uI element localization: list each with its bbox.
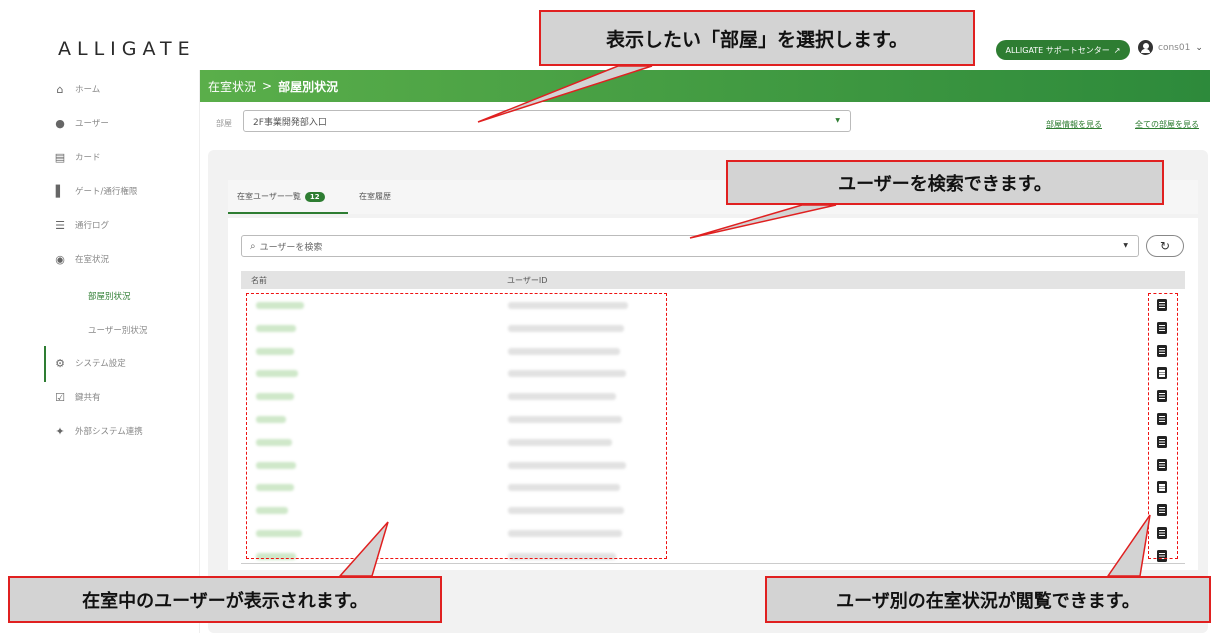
- column-header-userid: ユーザーID: [507, 276, 548, 285]
- table-divider: [241, 563, 1185, 564]
- search-placeholder: ユーザーを検索: [259, 242, 323, 253]
- sidebar-subitem-by-room[interactable]: 部屋別状況: [88, 290, 131, 302]
- page-title: 部屋別状況: [278, 79, 339, 94]
- card-icon: ▤: [54, 150, 66, 164]
- active-indicator: [44, 346, 46, 382]
- tab-label: 在室履歴: [359, 192, 391, 201]
- sidebar-item-cards[interactable]: ▤ カード: [54, 150, 101, 164]
- room-info-link[interactable]: 部屋情報を見る: [1046, 119, 1102, 130]
- tab-history[interactable]: 在室履歴: [359, 191, 391, 202]
- search-input[interactable]: ⌕ ユーザーを検索 ▼: [241, 235, 1139, 257]
- alligate-logo[interactable]: ALLIGATE: [58, 38, 196, 60]
- tab-present-users[interactable]: 在室ユーザー一覧 12: [237, 191, 325, 202]
- sidebar-item-label: 外部システム連携: [75, 427, 143, 437]
- gate-icon: ▌: [55, 184, 65, 198]
- sidebar-item-label: カード: [75, 153, 101, 163]
- presence-icon: ◉: [55, 252, 65, 266]
- user-menu[interactable]: cons01 ⌄: [1138, 40, 1203, 55]
- highlight-detail-icons: [1148, 293, 1178, 559]
- external-link-icon: ↗: [1113, 45, 1121, 55]
- sidebar-item-key-share[interactable]: ☑ 鍵共有: [54, 390, 101, 404]
- sidebar-item-label: ユーザー: [75, 119, 109, 129]
- sidebar-item-home[interactable]: ⌂ ホーム: [54, 82, 101, 96]
- callout-room-select: 表示したい「部屋」を選択します。: [539, 10, 975, 66]
- breadcrumb: 在室状況 > 部屋別状況: [200, 70, 1210, 102]
- list-icon: ☰: [55, 218, 65, 232]
- chevron-down-icon: ⌄: [1195, 42, 1203, 53]
- sidebar-item-external[interactable]: ✦ 外部システム連携: [54, 424, 143, 438]
- gear-icon: ⚙: [55, 356, 65, 370]
- sidebar-item-gates[interactable]: ▌ ゲート/通行権限: [54, 184, 138, 198]
- user-icon: ●: [55, 116, 65, 130]
- sidebar-item-system-settings[interactable]: ⚙ システム設定: [54, 356, 126, 370]
- callout-user-list: 在室中のユーザーが表示されます。: [8, 576, 442, 623]
- refresh-button[interactable]: ↻: [1146, 235, 1184, 257]
- callout-user-detail: ユーザ別の在室状況が閲覧できます。: [765, 576, 1211, 623]
- callout-search: ユーザーを検索できます。: [726, 160, 1164, 205]
- sidebar: ⌂ ホーム ● ユーザー ▤ カード ▌ ゲート/通行権限 ☰ 通行ログ ◉ 在…: [44, 70, 200, 633]
- sidebar-item-label: システム設定: [75, 359, 126, 369]
- sidebar-item-presence[interactable]: ◉ 在室状況: [54, 252, 109, 266]
- puzzle-icon: ✦: [55, 424, 65, 438]
- highlight-user-list: [246, 293, 667, 559]
- sidebar-item-label: 通行ログ: [75, 221, 110, 231]
- refresh-icon: ↻: [1159, 239, 1171, 253]
- sidebar-item-users[interactable]: ● ユーザー: [54, 116, 109, 130]
- home-icon: ⌂: [56, 82, 64, 96]
- column-header-name: 名前: [251, 276, 267, 285]
- active-tab-underline: [228, 212, 348, 214]
- sidebar-subitem-by-user[interactable]: ユーザー別状況: [88, 324, 147, 336]
- checkbox-icon: ☑: [55, 390, 65, 404]
- sidebar-item-label: 在室状況: [75, 255, 110, 265]
- caret-down-icon: ▼: [1123, 242, 1128, 249]
- count-badge: 12: [304, 191, 325, 202]
- sidebar-item-label: 鍵共有: [75, 393, 101, 403]
- sidebar-item-label: ゲート/通行権限: [75, 187, 138, 197]
- breadcrumb-separator: >: [262, 79, 273, 93]
- breadcrumb-parent[interactable]: 在室状況: [208, 78, 256, 95]
- search-icon: ⌕: [250, 240, 256, 252]
- support-center-button[interactable]: ALLIGATE サポートセンター ↗: [996, 40, 1130, 60]
- table-header: 名前 ユーザーID: [241, 271, 1185, 289]
- caret-down-icon: ▼: [835, 117, 840, 124]
- tab-label: 在室ユーザー一覧: [237, 192, 301, 201]
- sidebar-item-label: ホーム: [75, 85, 101, 95]
- user-name: cons01: [1158, 42, 1191, 53]
- support-center-label: ALLIGATE サポートセンター: [1005, 45, 1110, 55]
- room-label: 部屋: [216, 119, 232, 128]
- account-icon: [1138, 40, 1153, 55]
- sidebar-item-access-log[interactable]: ☰ 通行ログ: [54, 218, 109, 232]
- room-select[interactable]: 2F事業開発部入口 ▼: [243, 110, 851, 132]
- all-rooms-link[interactable]: 全ての部屋を見る: [1135, 119, 1199, 130]
- room-selected-value: 2F事業開発部入口: [253, 117, 327, 128]
